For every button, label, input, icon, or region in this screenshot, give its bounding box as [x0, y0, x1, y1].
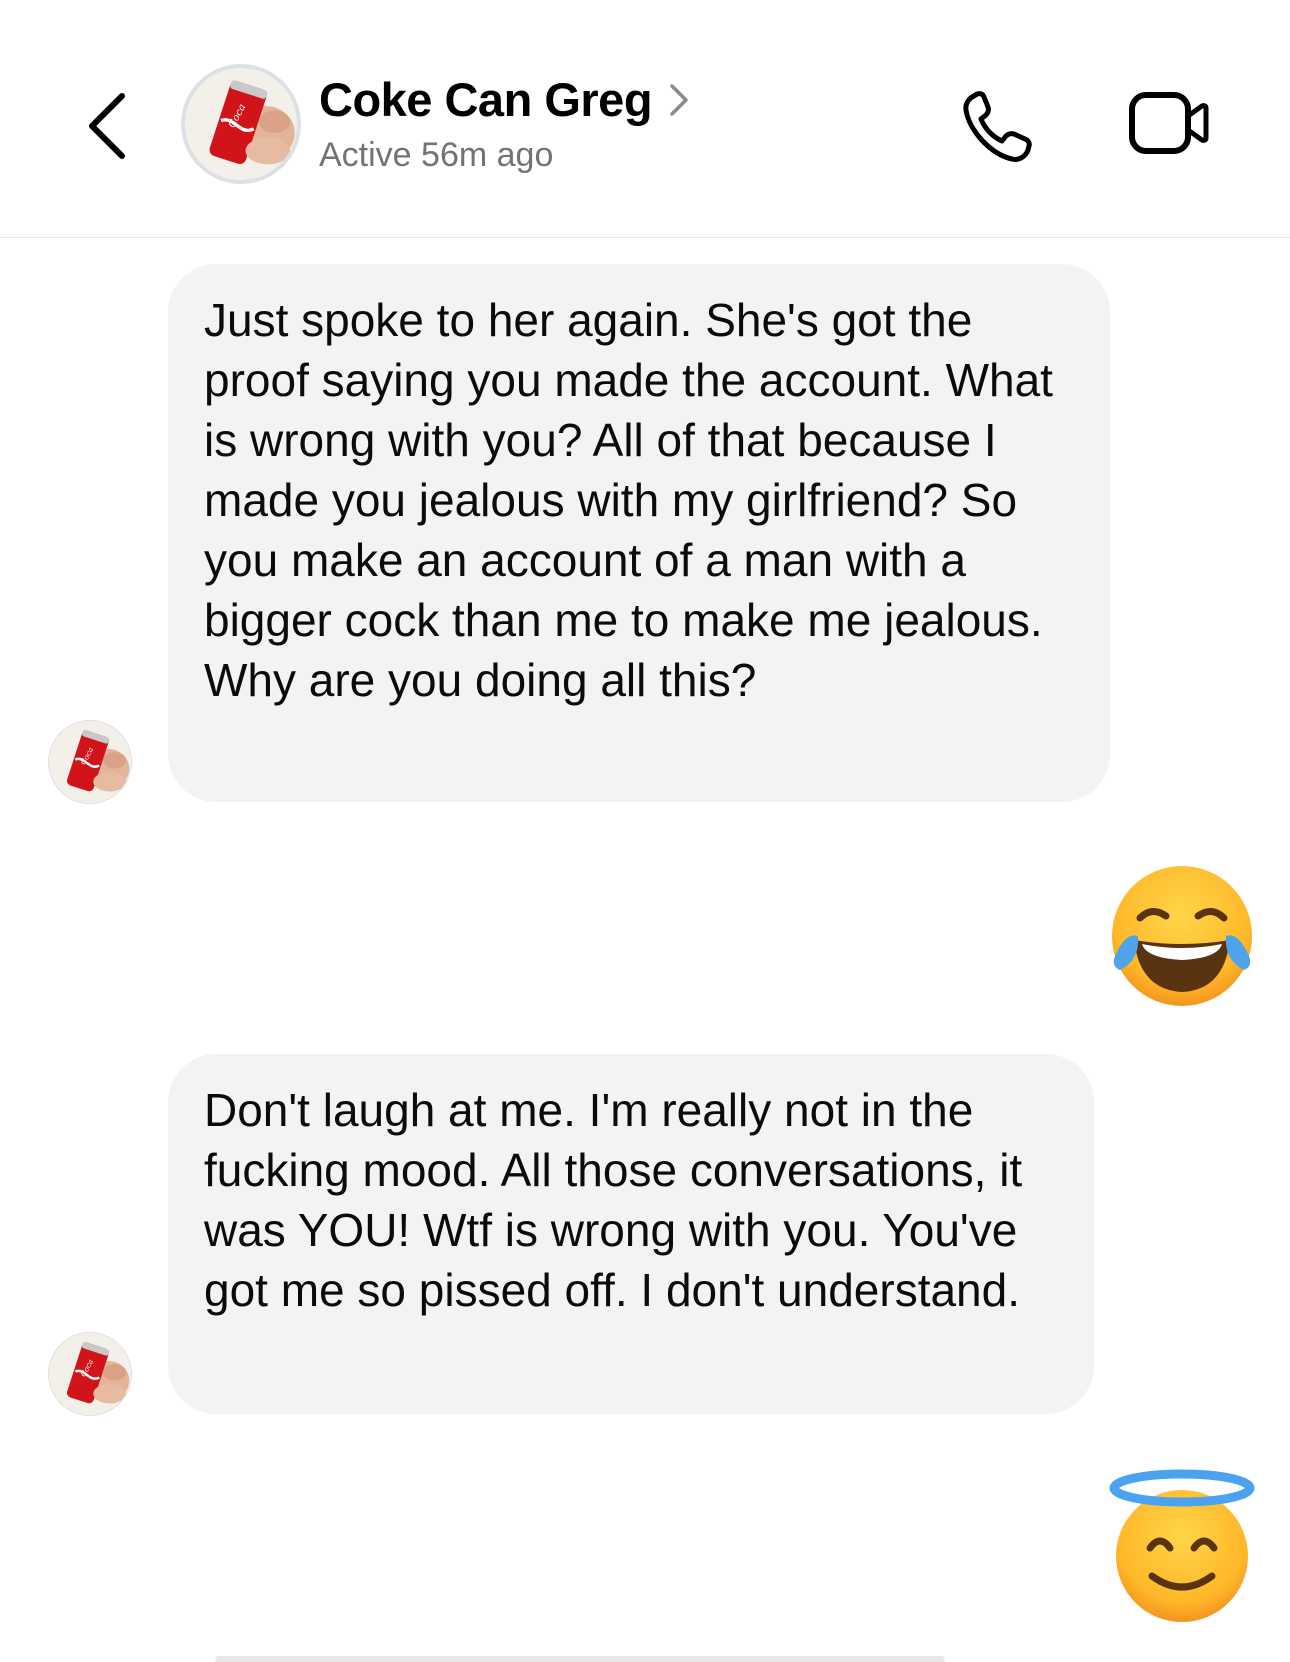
halo-smile-emoji[interactable] [1106, 1468, 1258, 1628]
tears-of-joy-emoji[interactable] [1106, 862, 1258, 1014]
composer-edge [215, 1656, 945, 1662]
message-bubble-received[interactable]: Just spoke to her again. She's got the p… [168, 264, 1110, 802]
active-status: Active 56m ago [319, 136, 554, 174]
sender-avatar[interactable] [48, 720, 132, 804]
contact-name-link[interactable]: Coke Can Greg [319, 72, 692, 127]
message-bubble-received[interactable]: Don't laugh at me. I'm really not in the… [168, 1054, 1094, 1414]
chevron-right-icon [670, 83, 688, 116]
contact-avatar[interactable] [181, 64, 301, 184]
back-chevron-icon[interactable] [80, 88, 140, 164]
chat-header: Coke Can Greg Active 56m ago [0, 0, 1290, 238]
phone-icon[interactable] [960, 86, 1040, 166]
sender-avatar[interactable] [48, 1332, 132, 1416]
contact-name: Coke Can Greg [319, 73, 653, 126]
video-camera-icon[interactable] [1128, 88, 1210, 158]
